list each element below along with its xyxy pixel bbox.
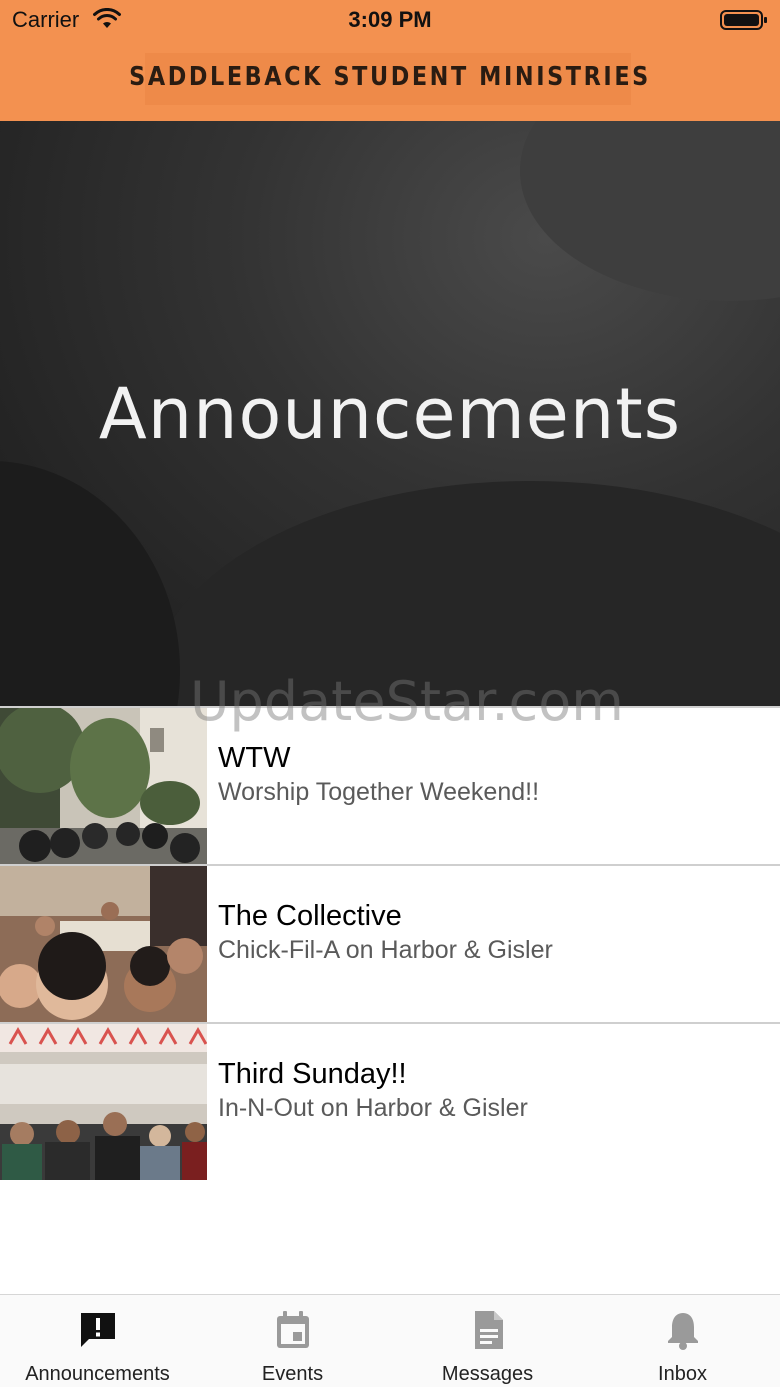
- announcement-thumbnail: [0, 708, 207, 864]
- watermark: UpdateStar.com: [190, 670, 624, 733]
- hero-banner: Announcements: [0, 121, 780, 706]
- announcement-subtitle: Chick-Fil-A on Harbor & Gisler: [218, 936, 553, 964]
- tab-label: Messages: [441, 1363, 534, 1385]
- tab-inbox[interactable]: Inbox: [585, 1295, 780, 1387]
- calendar-icon: [277, 1311, 309, 1348]
- battery-icon: [720, 10, 767, 30]
- announcement-title: WTW: [218, 742, 291, 774]
- hero-decoration: [0, 461, 180, 706]
- top-bar: Carrier 3:09 PM SADDLEBACK STUDENT MINIS…: [0, 0, 780, 121]
- tab-label: Inbox: [658, 1363, 707, 1385]
- hero-decoration: [520, 121, 780, 301]
- list-item[interactable]: The Collective Chick-Fil-A on Harbor & G…: [0, 864, 780, 1022]
- tab-events[interactable]: Events: [195, 1295, 390, 1387]
- hero-title: Announcements: [98, 373, 682, 455]
- app-title: SADDLEBACK STUDENT MINISTRIES: [129, 62, 651, 92]
- announcement-thumbnail: [0, 1024, 207, 1180]
- announcement-title: The Collective: [218, 900, 402, 932]
- announcement-subtitle: In-N-Out on Harbor & Gisler: [218, 1094, 528, 1122]
- tab-label: Events: [261, 1363, 324, 1385]
- announcement-icon: [81, 1313, 115, 1347]
- announcement-list: WTW Worship Together Weekend!! The Colle…: [0, 706, 780, 1180]
- tab-announcements[interactable]: Announcements: [0, 1295, 195, 1387]
- announcement-title: Third Sunday!!: [218, 1058, 407, 1090]
- document-icon: [475, 1311, 503, 1349]
- announcement-subtitle: Worship Together Weekend!!: [218, 778, 540, 806]
- tab-label: Announcements: [25, 1363, 170, 1385]
- tab-bar: Announcements Events Messages Inbox: [0, 1294, 780, 1387]
- announcement-thumbnail: [0, 866, 207, 1022]
- bell-icon: [668, 1313, 698, 1350]
- tab-messages[interactable]: Messages: [390, 1295, 585, 1387]
- list-item[interactable]: Third Sunday!! In-N-Out on Harbor & Gisl…: [0, 1022, 780, 1180]
- status-time: 3:09 PM: [348, 7, 432, 32]
- status-bar: Carrier 3:09 PM: [0, 0, 780, 40]
